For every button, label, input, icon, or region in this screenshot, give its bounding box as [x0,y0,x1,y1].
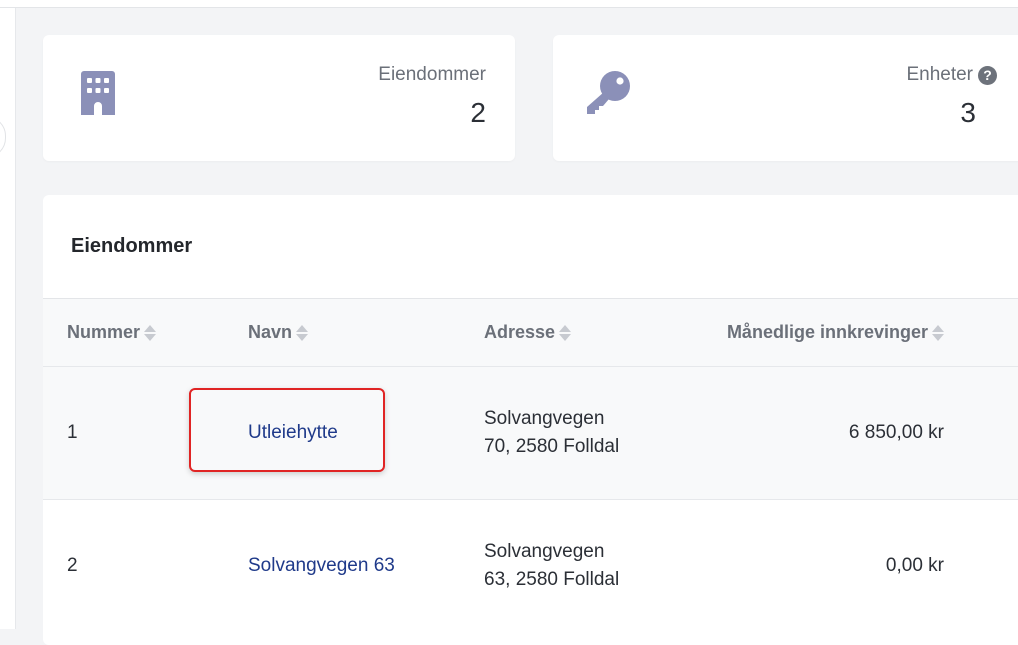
sort-icon[interactable] [296,324,309,342]
properties-panel: Eiendommer Nummer Navn Adresse Månedlige… [43,195,1018,645]
help-icon[interactable]: ? [978,65,997,85]
sidebar [0,8,16,629]
column-header-label: Navn [248,322,293,342]
stat-label-text: Enheter [906,64,973,85]
column-header-label: Månedlige innkrevinger [726,322,928,342]
column-header-address[interactable]: Adresse [484,299,634,366]
cell-number: 2 [67,555,78,576]
cell-address: Solvangvegen 70, 2580 Folldal [484,407,620,458]
stat-value: 3 [960,97,976,128]
cell-monthly: 0,00 kr [885,555,944,576]
stat-label: Enheter ? [906,64,997,86]
cell-name: Solvangvegen 63 [248,500,395,632]
sort-icon[interactable] [932,324,944,342]
stat-card-units: Enheter ? 3 [553,35,1018,161]
cell-name: Utleiehytte [248,367,338,499]
sort-icon[interactable] [144,324,157,342]
table-header: Nummer Navn Adresse Månedlige innkreving… [43,299,1018,367]
cell-monthly: 6 850,00 kr [848,422,944,443]
sort-icon[interactable] [559,324,572,342]
stat-value: 2 [470,97,486,128]
cell-address: Solvangvegen 63, 2580 Folldal [484,540,620,591]
building-icon [81,71,115,120]
key-icon [585,71,631,120]
top-header [0,0,1018,8]
cell-number: 1 [67,422,78,443]
stat-card-properties: Eiendommer 2 [43,35,515,161]
sidebar-collapse-toggle[interactable] [0,116,6,158]
column-header-monthly[interactable]: Månedlige innkrevinger [727,299,944,366]
table-row[interactable]: 1 Utleiehytte Solvangvegen 70, 2580 Foll… [43,367,1018,500]
property-link[interactable]: Solvangvegen 63 [248,555,395,577]
column-header-number[interactable]: Nummer [67,299,157,366]
stat-label: Eiendommer [378,64,486,85]
property-link[interactable]: Utleiehytte [248,422,338,444]
panel-title: Eiendommer [71,235,193,257]
column-header-label: Nummer [67,322,141,342]
column-header-name[interactable]: Navn [248,299,309,366]
table-row[interactable]: 2 Solvangvegen 63 Solvangvegen 63, 2580 … [43,500,1018,632]
column-header-label: Adresse [484,322,556,343]
